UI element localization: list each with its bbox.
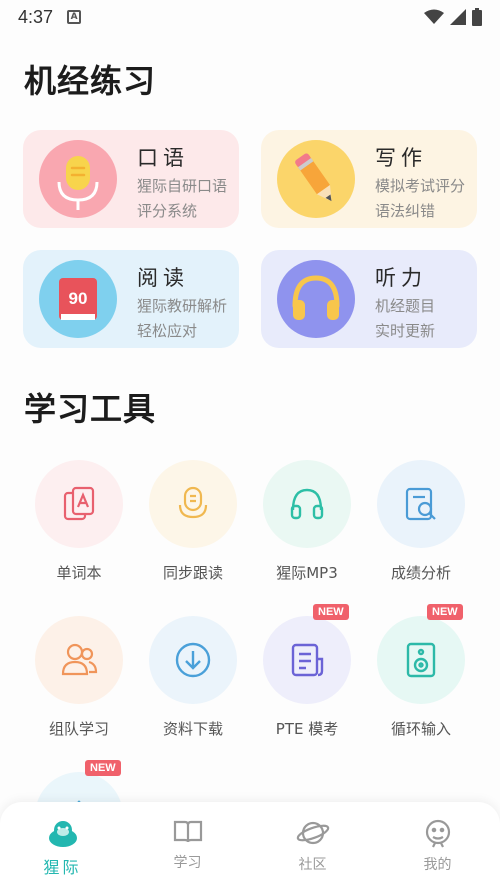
new-badge: NEW (427, 604, 463, 620)
status-time: 4:37 (18, 6, 54, 27)
nav-profile[interactable]: 我的 (375, 802, 500, 888)
card-desc-line2: 轻松应对 (137, 322, 198, 340)
signal-icon (450, 9, 466, 25)
book-90-icon: 90 (39, 260, 117, 338)
gorilla-icon (48, 821, 77, 847)
tool-score-analysis[interactable]: 成绩分析 (371, 460, 471, 600)
tool-label: 单词本 (56, 564, 102, 582)
battery-icon (472, 8, 482, 26)
open-book-icon (173, 820, 202, 843)
nav-community[interactable]: 社区 (250, 802, 375, 888)
score-analysis-icon (377, 460, 465, 548)
nav-label: 猩际 (43, 858, 82, 877)
card-description: 猩际自研口语 评分系统 (137, 174, 227, 224)
card-title: 写作 (375, 146, 427, 170)
card-desc-line2: 语法纠错 (375, 202, 436, 220)
pencil-icon (277, 140, 355, 218)
mock-exam-icon (263, 616, 351, 704)
tool-label: PTE 模考 (275, 720, 339, 738)
face-icon (425, 819, 450, 848)
tool-label: 循环输入 (390, 720, 451, 738)
tool-label: 资料下载 (162, 720, 223, 738)
tools-section-title: 学习工具 (24, 390, 157, 428)
new-badge: NEW (85, 760, 121, 776)
planet-icon (296, 821, 329, 845)
speech-bubble-icon (149, 460, 237, 548)
speaker-icon (377, 616, 465, 704)
nav-label: 学习 (173, 855, 202, 871)
card-writing[interactable]: 写作 模拟考试评分 语法纠错 (261, 130, 477, 228)
status-icons (424, 8, 482, 26)
nav-home[interactable]: 猩际 (0, 802, 125, 888)
tool-loop-input[interactable]: NEW 循环输入 (371, 604, 471, 756)
card-description: 猩际教研解析 轻松应对 (137, 294, 227, 344)
nav-label: 我的 (423, 857, 452, 873)
card-title: 口语 (137, 146, 189, 170)
card-reading[interactable]: 90 阅读 猩际教研解析 轻松应对 (23, 250, 239, 348)
bottom-navigation: 猩际 学习 社区 我的 (0, 802, 500, 888)
tool-download[interactable]: 资料下载 (143, 616, 243, 756)
card-desc-line2: 实时更新 (375, 322, 436, 340)
card-desc-line2: 评分系统 (137, 202, 198, 220)
headphones-icon (263, 460, 351, 548)
tool-label: 成绩分析 (390, 564, 451, 582)
tool-label: 同步跟读 (162, 564, 223, 582)
tool-label: 组队学习 (48, 720, 109, 738)
download-icon (149, 616, 237, 704)
card-desc-line1: 猩际教研解析 (137, 297, 228, 315)
new-badge: NEW (313, 604, 349, 620)
nav-label: 社区 (298, 857, 327, 873)
headphones-icon (277, 260, 355, 338)
card-description: 机经题目 实时更新 (375, 294, 435, 344)
tool-mp3[interactable]: 猩际MP3 (257, 460, 357, 600)
card-speaking[interactable]: 口语 猩际自研口语 评分系统 (23, 130, 239, 228)
status-bar: 4:37 A (0, 0, 500, 34)
card-desc-line1: 机经题目 (375, 297, 436, 315)
vocabulary-cards-icon (35, 460, 123, 548)
card-desc-line1: 猩际自研口语 (137, 177, 228, 195)
card-description: 模拟考试评分 语法纠错 (375, 174, 465, 224)
team-icon (35, 616, 123, 704)
nav-study[interactable]: 学习 (125, 802, 250, 888)
wifi-icon (424, 9, 444, 24)
microphone-icon (39, 140, 117, 218)
card-desc-line1: 模拟考试评分 (375, 177, 466, 195)
tool-shadowing[interactable]: 同步跟读 (143, 460, 243, 600)
tool-vocabulary[interactable]: 单词本 (29, 460, 129, 600)
card-title: 听力 (375, 266, 427, 290)
tool-team-study[interactable]: 组队学习 (29, 616, 129, 756)
tool-label: 猩际MP3 (276, 564, 338, 582)
practice-section-title: 机经练习 (24, 62, 157, 100)
card-listening[interactable]: 听力 机经题目 实时更新 (261, 250, 477, 348)
tool-pte-mock[interactable]: NEW PTE 模考 (257, 604, 357, 756)
card-title: 阅读 (137, 266, 189, 290)
app-notification-icon: A (67, 10, 82, 24)
book-number: 90 (69, 289, 88, 308)
